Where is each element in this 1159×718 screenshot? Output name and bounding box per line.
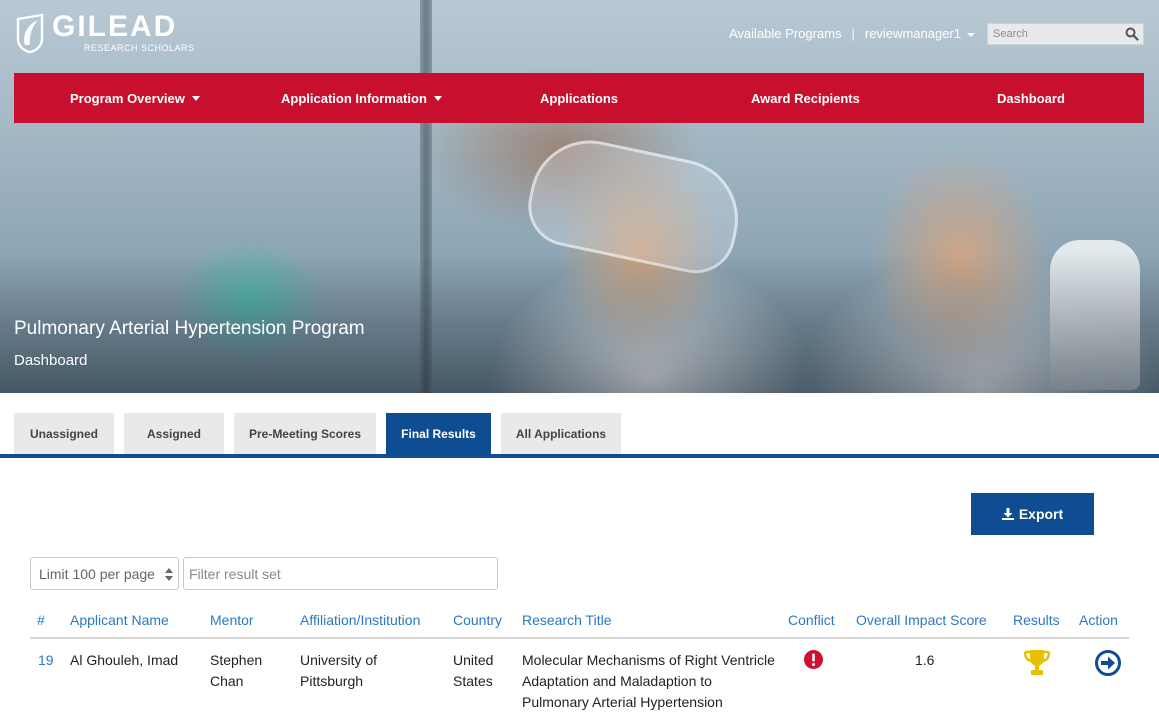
application-id-link[interactable]: 19 xyxy=(38,650,54,671)
chevron-down-icon xyxy=(433,95,442,101)
column-header-number[interactable]: # xyxy=(37,612,45,628)
nav-applications[interactable]: Applications xyxy=(540,73,618,123)
nav-program-overview[interactable]: Program Overview xyxy=(70,73,200,123)
nav-label: Application Information xyxy=(281,90,427,106)
export-button[interactable]: Export xyxy=(971,493,1094,535)
column-header-affiliation[interactable]: Affiliation/Institution xyxy=(300,612,420,628)
column-header-research-title[interactable]: Research Title xyxy=(522,612,611,628)
nav-label: Program Overview xyxy=(70,90,185,106)
utility-bar: Available Programs | reviewmanager1 xyxy=(729,26,975,41)
tab-final-results[interactable]: Final Results xyxy=(386,413,491,454)
utility-separator: | xyxy=(851,26,855,41)
nav-application-information[interactable]: Application Information xyxy=(281,73,442,123)
nav-label: Award Recipients xyxy=(751,90,860,106)
country: United States xyxy=(453,652,494,689)
search-icon[interactable] xyxy=(1125,27,1139,41)
sort-updown-icon xyxy=(165,568,173,581)
column-header-conflict[interactable]: Conflict xyxy=(788,612,835,628)
export-label: Export xyxy=(1018,506,1064,522)
applicant-name: Al Ghouleh, Imad xyxy=(70,652,179,668)
brand-name: GILEAD xyxy=(52,10,178,43)
gilead-logo[interactable]: GILEAD RESEARCH SCHOLARS xyxy=(14,12,195,53)
page-limit-select[interactable]: Limit 100 per page xyxy=(30,557,179,590)
search-box xyxy=(987,23,1144,45)
column-header-impact-score[interactable]: Overall Impact Score xyxy=(856,612,987,628)
chevron-down-icon xyxy=(191,95,200,101)
nav-award-recipients[interactable]: Award Recipients xyxy=(751,73,860,123)
nav-label: Applications xyxy=(540,90,619,106)
nav-label: Dashboard xyxy=(997,90,1065,106)
tab-unassigned[interactable]: Unassigned xyxy=(14,413,114,454)
research-title: Molecular Mechanisms of Right Ventricle … xyxy=(522,652,775,710)
search-input[interactable] xyxy=(988,28,1118,40)
available-programs-link[interactable]: Available Programs xyxy=(729,26,841,41)
trophy-icon xyxy=(1023,650,1051,675)
gilead-logo-mark-icon xyxy=(16,13,44,53)
conflict-alert-icon xyxy=(804,650,823,669)
download-icon xyxy=(1001,508,1014,520)
table-header-divider xyxy=(30,637,1129,639)
tab-assigned[interactable]: Assigned xyxy=(124,413,224,454)
column-header-applicant[interactable]: Applicant Name xyxy=(70,612,169,628)
user-name: reviewmanager1 xyxy=(864,26,961,41)
column-header-action[interactable]: Action xyxy=(1079,612,1118,628)
column-header-country[interactable]: Country xyxy=(453,612,502,628)
brand-subtitle: RESEARCH SCHOLARS xyxy=(84,43,195,53)
affiliation: University of Pittsburgh xyxy=(300,652,378,689)
impact-score: 1.6 xyxy=(915,652,935,668)
main-navigation: Program Overview Application Information… xyxy=(14,73,1144,123)
user-menu[interactable]: reviewmanager1 xyxy=(865,26,975,41)
column-header-mentor[interactable]: Mentor xyxy=(210,612,254,628)
tab-all-applications[interactable]: All Applications xyxy=(501,413,621,454)
column-header-results[interactable]: Results xyxy=(1013,612,1060,628)
page-subtitle: Dashboard xyxy=(14,352,88,369)
chevron-down-icon xyxy=(966,32,975,37)
page-title: Pulmonary Arterial Hypertension Program xyxy=(14,318,365,339)
filter-input[interactable] xyxy=(183,557,498,590)
tab-underline xyxy=(0,454,1159,458)
page-limit-value: Limit 100 per page xyxy=(39,565,155,582)
arrow-circle-right-icon[interactable] xyxy=(1095,650,1121,676)
tab-pre-meeting-scores[interactable]: Pre-Meeting Scores xyxy=(234,413,376,454)
nav-dashboard[interactable]: Dashboard xyxy=(997,73,1065,123)
mentor-name: Stephen Chan xyxy=(210,652,263,689)
